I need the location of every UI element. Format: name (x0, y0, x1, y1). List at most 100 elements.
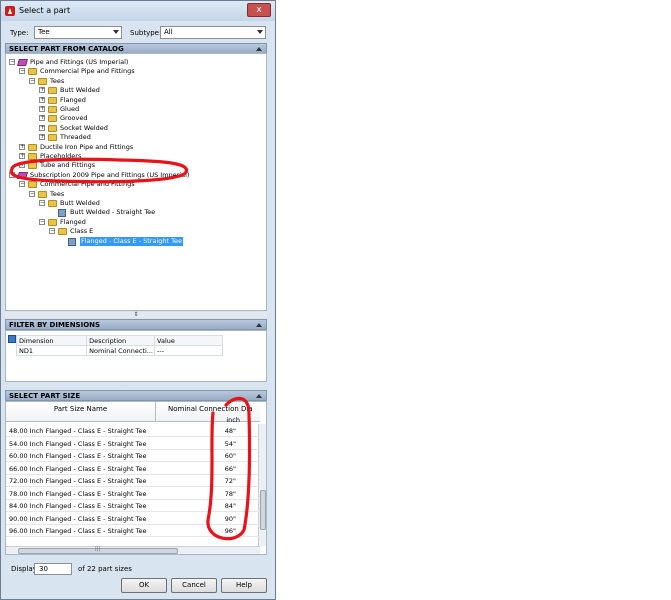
nominal-dia-value: 48" (224, 427, 236, 435)
filter-panel-header[interactable]: FILTER BY DIMENSIONS (5, 319, 267, 330)
table-row[interactable]: 48.00 Inch Flanged - Class E - Straight … (6, 425, 260, 437)
tree-node-label: Grooved (60, 114, 88, 123)
type-label: Type: (10, 29, 29, 37)
scroll-thumb[interactable] (18, 546, 178, 554)
folder-icon (28, 143, 37, 151)
folder-icon (28, 153, 37, 160)
chevron-down-icon (113, 30, 119, 34)
folder-icon (28, 68, 37, 76)
part-size-grid[interactable]: Part Size Name Nominal Connection Dia in… (5, 401, 267, 555)
expand-icon[interactable]: + (39, 115, 45, 122)
folder-icon (48, 124, 57, 132)
expand-icon[interactable]: + (19, 143, 25, 150)
collapse-icon[interactable]: − (39, 218, 45, 225)
scroll-thumb[interactable] (260, 490, 266, 530)
chevron-down-icon (257, 30, 263, 34)
tree-node-label: Placeholders (40, 152, 82, 160)
expand-icon[interactable]: + (39, 106, 45, 112)
folder-icon (48, 87, 57, 95)
tree-node-label: Threaded (60, 133, 91, 142)
tree-node-label: Ductile Iron Pipe and Fittings (40, 142, 134, 151)
value-column-header[interactable]: Value (154, 335, 223, 346)
value-cell[interactable]: --- (154, 345, 223, 356)
nominal-dia-value: 96" (224, 527, 236, 535)
expand-icon[interactable]: + (19, 153, 25, 159)
dimension-icon (8, 335, 16, 343)
folder-icon (48, 106, 57, 113)
collapse-icon[interactable]: − (39, 200, 45, 206)
nominal-dia-value: 60" (224, 452, 236, 460)
part-icon (58, 209, 66, 218)
ok-button[interactable]: OK (121, 578, 167, 593)
collapse-caret-icon[interactable] (256, 394, 262, 398)
table-row[interactable]: 78.00 Inch Flanged - Class E - Straight … (6, 488, 260, 500)
expand-icon[interactable]: + (39, 87, 45, 94)
display-count-input[interactable]: 30 (34, 563, 72, 575)
expand-icon[interactable]: + (39, 124, 45, 131)
dimension-column-header[interactable]: Dimension (15, 335, 88, 346)
table-row[interactable]: 84.00 Inch Flanged - Class E - Straight … (6, 500, 260, 512)
part-icon (68, 237, 76, 246)
collapse-icon[interactable]: − (49, 228, 55, 235)
part-size-name: 66.00 Inch Flanged - Class E - Straight … (9, 464, 147, 473)
collapse-icon[interactable]: − (19, 68, 25, 75)
table-row[interactable]: 96.00 Inch Flanged - Class E - Straight … (6, 525, 260, 537)
collapse-icon[interactable]: − (9, 171, 15, 178)
part-size-name: 90.00 Inch Flanged - Class E - Straight … (9, 514, 147, 523)
expand-icon[interactable]: + (39, 96, 45, 103)
catalog-tree[interactable]: − Pipe and Fittings (US Imperial) − Commerc… (5, 53, 267, 311)
nominal-dia-value: 72" (224, 477, 236, 485)
expand-icon[interactable]: + (19, 162, 25, 169)
part-size-name: 60.00 Inch Flanged - Class E - Straight … (9, 452, 147, 460)
filter-dimensions-pane: Dimension Description Value ND1 Nominal … (5, 330, 267, 382)
cancel-button[interactable]: Cancel (171, 578, 217, 593)
collapse-icon[interactable]: − (29, 77, 35, 84)
collapse-icon[interactable]: − (29, 190, 35, 197)
part-size-name: 72.00 Inch Flanged - Class E - Straight … (9, 477, 147, 485)
folder-icon (58, 228, 67, 236)
collapse-caret-icon[interactable] (256, 323, 262, 327)
table-row[interactable]: 66.00 Inch Flanged - Class E - Straight … (6, 463, 260, 475)
tree-node-label: Socket Welded (60, 123, 108, 132)
part-size-name-header[interactable]: Part Size Name (6, 402, 156, 422)
folder-icon (38, 190, 47, 198)
table-row[interactable]: 72.00 Inch Flanged - Class E - Straight … (6, 475, 260, 487)
folder-icon (48, 96, 57, 104)
table-row[interactable]: 54.00 Inch Flanged - Class E - Straight … (6, 438, 260, 450)
part-size-name: 48.00 Inch Flanged - Class E - Straight … (9, 427, 147, 435)
size-panel-header[interactable]: SELECT PART SIZE (5, 390, 267, 401)
tree-node-label: Tees (50, 76, 65, 85)
table-row[interactable]: 60.00 Inch Flanged - Class E - Straight … (6, 450, 260, 462)
folder-icon (48, 218, 57, 226)
expand-icon[interactable]: + (39, 134, 45, 141)
tree-node-label: Class E (70, 227, 94, 236)
unit-label: inch (226, 416, 240, 424)
subtype-select[interactable]: All (160, 26, 266, 39)
tree-node-label: Commercial Pipe and Fittings (40, 180, 135, 189)
description-cell: Nominal Connecti... (86, 345, 156, 356)
size-panel-title: SELECT PART SIZE (9, 392, 81, 400)
nominal-dia-value: 84" (224, 502, 236, 510)
collapse-icon[interactable]: − (19, 181, 25, 188)
pane-splitter[interactable]: ⇕ (5, 312, 267, 318)
subtype-select-value: All (164, 28, 173, 36)
horizontal-scrollbar[interactable] (6, 546, 260, 554)
collapse-icon[interactable]: − (9, 59, 15, 65)
part-size-name: 84.00 Inch Flanged - Class E - Straight … (9, 502, 147, 510)
type-select-value: Tee (38, 28, 50, 36)
catalog-icon (17, 171, 28, 179)
table-row[interactable]: 90.00 Inch Flanged - Class E - Straight … (6, 513, 260, 525)
collapse-caret-icon[interactable] (256, 47, 262, 51)
description-column-header[interactable]: Description (86, 335, 156, 346)
help-button[interactable]: Help (221, 578, 267, 593)
nominal-dia-value: 66" (224, 464, 236, 473)
close-button[interactable]: x (247, 3, 271, 17)
part-size-count: of 22 part sizes (78, 565, 132, 573)
folder-icon (48, 115, 57, 123)
autocad-app-icon (5, 6, 15, 16)
filter-panel-title: FILTER BY DIMENSIONS (9, 321, 101, 329)
type-select[interactable]: Tee (34, 26, 122, 39)
title-bar[interactable]: Select a part x (1, 1, 275, 21)
folder-icon (38, 77, 47, 85)
folder-icon (48, 134, 57, 142)
